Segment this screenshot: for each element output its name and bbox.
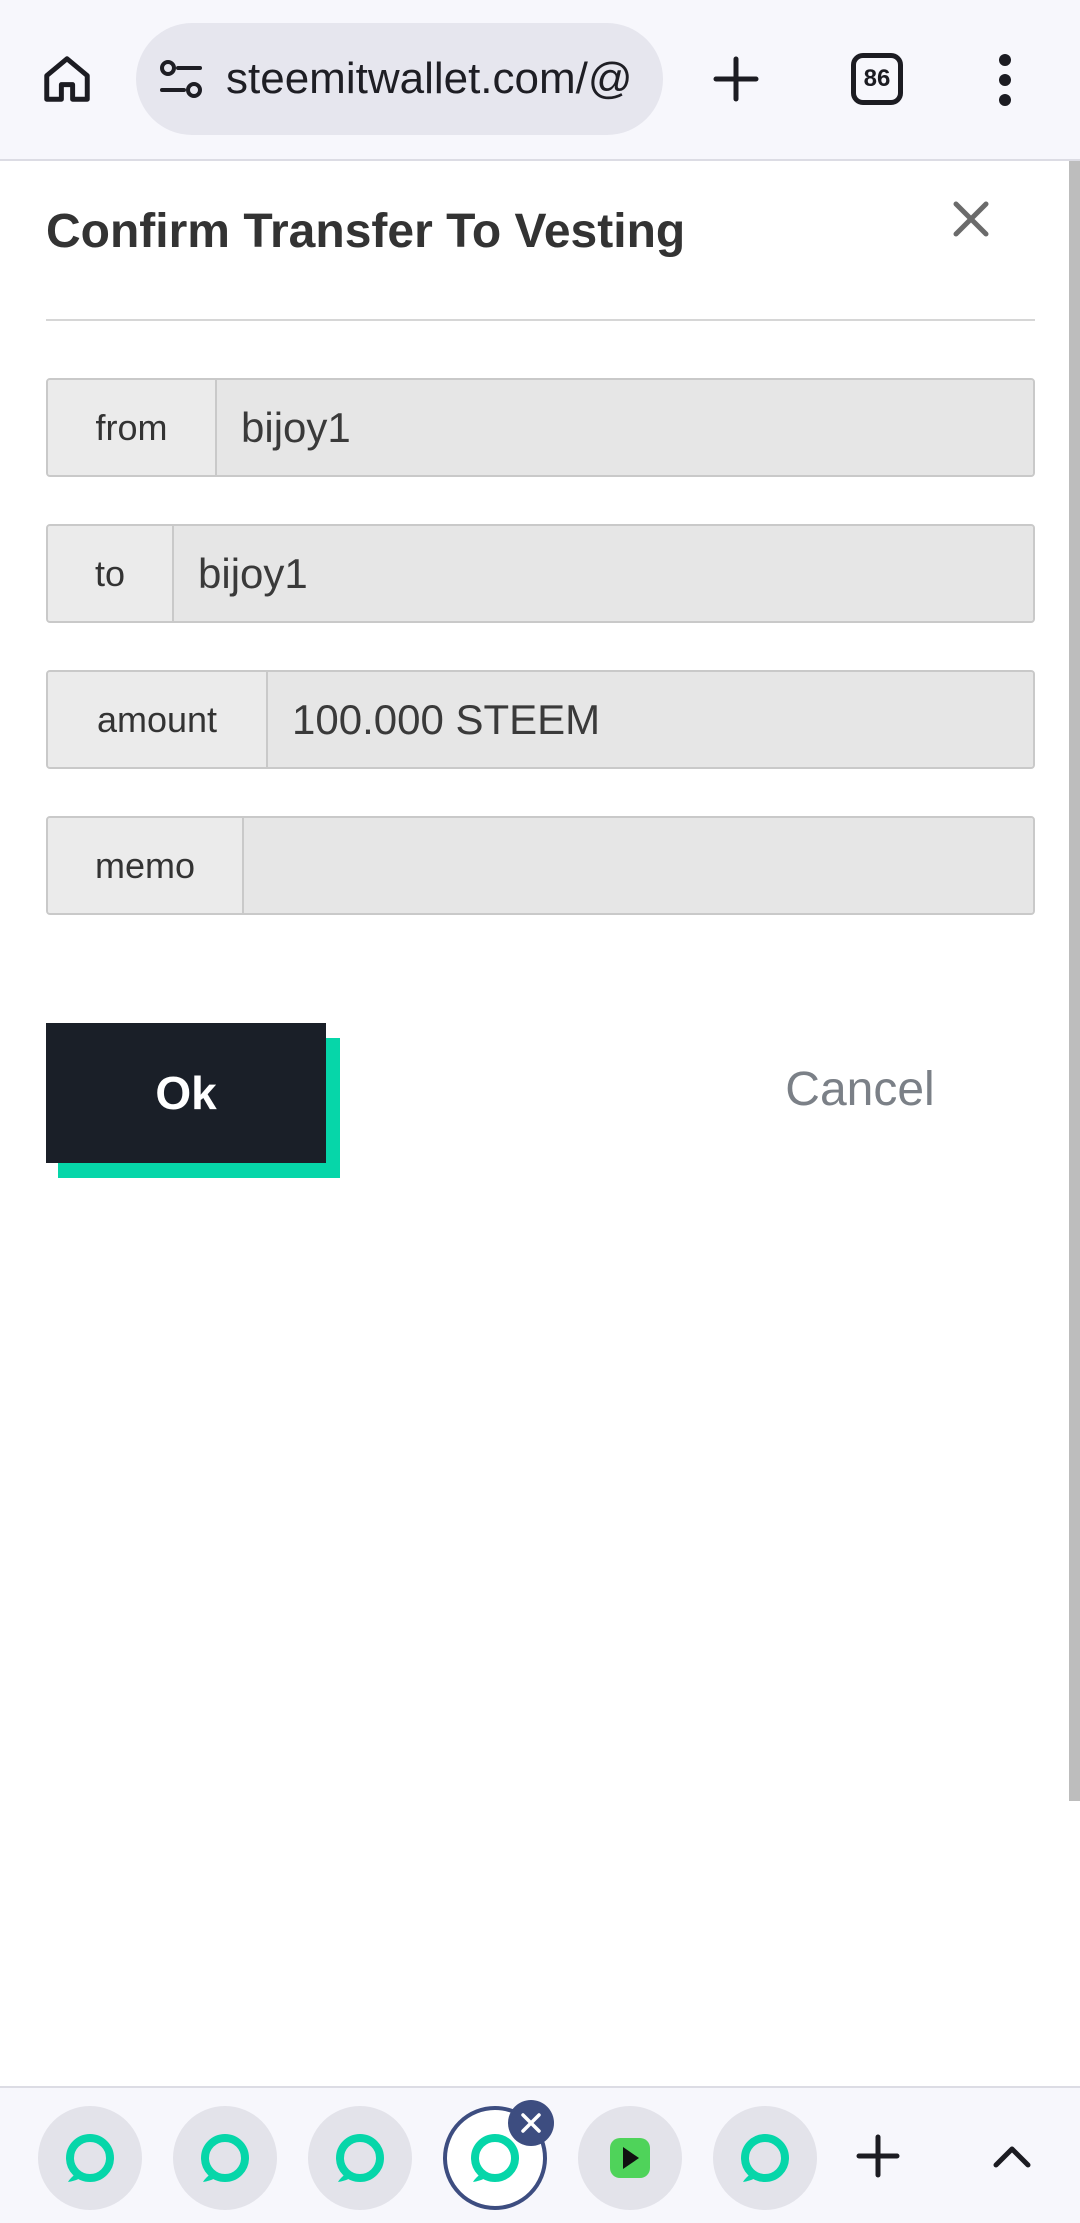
green-play-icon: [610, 2138, 650, 2178]
steemit-icon: [66, 2134, 114, 2182]
steemit-icon: [201, 2134, 249, 2182]
from-field: from bijoy1: [46, 378, 1035, 477]
tab-1[interactable]: [38, 2106, 142, 2210]
address-bar[interactable]: steemitwallet.com/@: [136, 23, 663, 135]
from-value: bijoy1: [217, 380, 1033, 475]
from-label: from: [48, 380, 217, 475]
tab-strip: [0, 2086, 1080, 2223]
steemit-icon: [336, 2134, 384, 2182]
tab-2[interactable]: [173, 2106, 277, 2210]
steemit-icon: [741, 2134, 789, 2182]
tab-6[interactable]: [713, 2106, 817, 2210]
amount-value: 100.000 STEEM: [268, 672, 1033, 767]
ok-button-wrap: Ok: [46, 1023, 340, 1178]
close-tab-icon[interactable]: [508, 2100, 554, 2146]
browser-toolbar: steemitwallet.com/@ 86: [0, 0, 1080, 161]
title-divider: [46, 319, 1035, 321]
chevron-up-icon[interactable]: [986, 2132, 1038, 2180]
new-tab-plus-icon[interactable]: [703, 46, 769, 112]
amount-field: amount 100.000 STEEM: [46, 670, 1035, 769]
tab-5[interactable]: [578, 2106, 682, 2210]
tune-icon[interactable]: [158, 57, 204, 101]
to-value: bijoy1: [174, 526, 1033, 621]
page-scrollbar[interactable]: [1069, 161, 1080, 1801]
memo-field: memo: [46, 816, 1035, 915]
memo-label: memo: [48, 818, 244, 913]
to-label: to: [48, 526, 174, 621]
new-tab-plus-icon[interactable]: [850, 2128, 906, 2184]
to-field: to bijoy1: [46, 524, 1035, 623]
tab-count: 86: [863, 65, 891, 92]
ok-button[interactable]: Ok: [46, 1023, 326, 1163]
cancel-button[interactable]: Cancel: [760, 1054, 960, 1124]
tab-switcher-button[interactable]: 86: [851, 53, 903, 105]
close-icon[interactable]: [948, 196, 994, 242]
modal-title: Confirm Transfer To Vesting: [46, 205, 686, 258]
amount-label: amount: [48, 672, 268, 767]
home-icon[interactable]: [34, 46, 100, 112]
more-vertical-icon[interactable]: [985, 50, 1025, 110]
url-text[interactable]: steemitwallet.com/@: [226, 50, 633, 108]
steemit-icon: [471, 2134, 519, 2182]
memo-value: [244, 818, 1033, 913]
tab-3[interactable]: [308, 2106, 412, 2210]
